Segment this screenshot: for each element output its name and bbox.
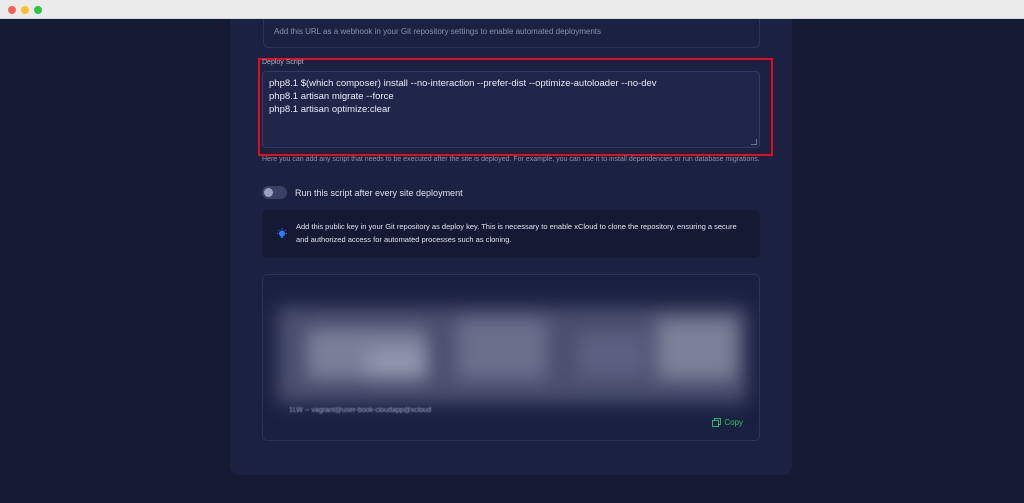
browser-titlebar bbox=[0, 0, 1024, 19]
minimize-window-button[interactable] bbox=[21, 6, 29, 14]
lightbulb-icon bbox=[277, 228, 287, 238]
copy-icon bbox=[712, 418, 722, 427]
resize-handle-icon[interactable] bbox=[751, 139, 757, 145]
close-window-button[interactable] bbox=[8, 6, 16, 14]
script-line: php8.1 artisan migrate --force bbox=[269, 91, 394, 102]
script-line: php8.1 artisan optimize:clear bbox=[269, 104, 391, 115]
script-line: php8.1 $(which composer) install --no-in… bbox=[269, 78, 657, 89]
public-key-box: 1LW -- vagrant@user-book-cloudapp@xcloud… bbox=[262, 274, 760, 441]
deploy-key-info-box: Add this public key in your Git reposito… bbox=[262, 210, 760, 258]
webhook-url-box: Add this URL as a webhook in your Git re… bbox=[263, 19, 760, 48]
maximize-window-button[interactable] bbox=[34, 6, 42, 14]
deploy-script-textarea[interactable]: php8.1 $(which composer) install --no-in… bbox=[262, 71, 760, 148]
toggle-knob bbox=[264, 188, 273, 197]
deploy-script-help-text: Here you can add any script that needs t… bbox=[262, 156, 760, 163]
webhook-help-text: Add this URL as a webhook in your Git re… bbox=[274, 27, 601, 36]
copy-label: Copy bbox=[724, 418, 743, 427]
public-key-tail: 1LW -- vagrant@user-book-cloudapp@xcloud bbox=[289, 407, 432, 414]
deploy-key-info-text: Add this public key in your Git reposito… bbox=[296, 222, 737, 244]
run-after-deploy-toggle[interactable] bbox=[262, 186, 287, 199]
run-after-deploy-label: Run this script after every site deploym… bbox=[295, 188, 463, 198]
copy-key-button[interactable]: Copy bbox=[712, 418, 743, 427]
deploy-script-label: Deploy Script bbox=[262, 59, 304, 66]
blurred-public-key bbox=[277, 289, 747, 411]
